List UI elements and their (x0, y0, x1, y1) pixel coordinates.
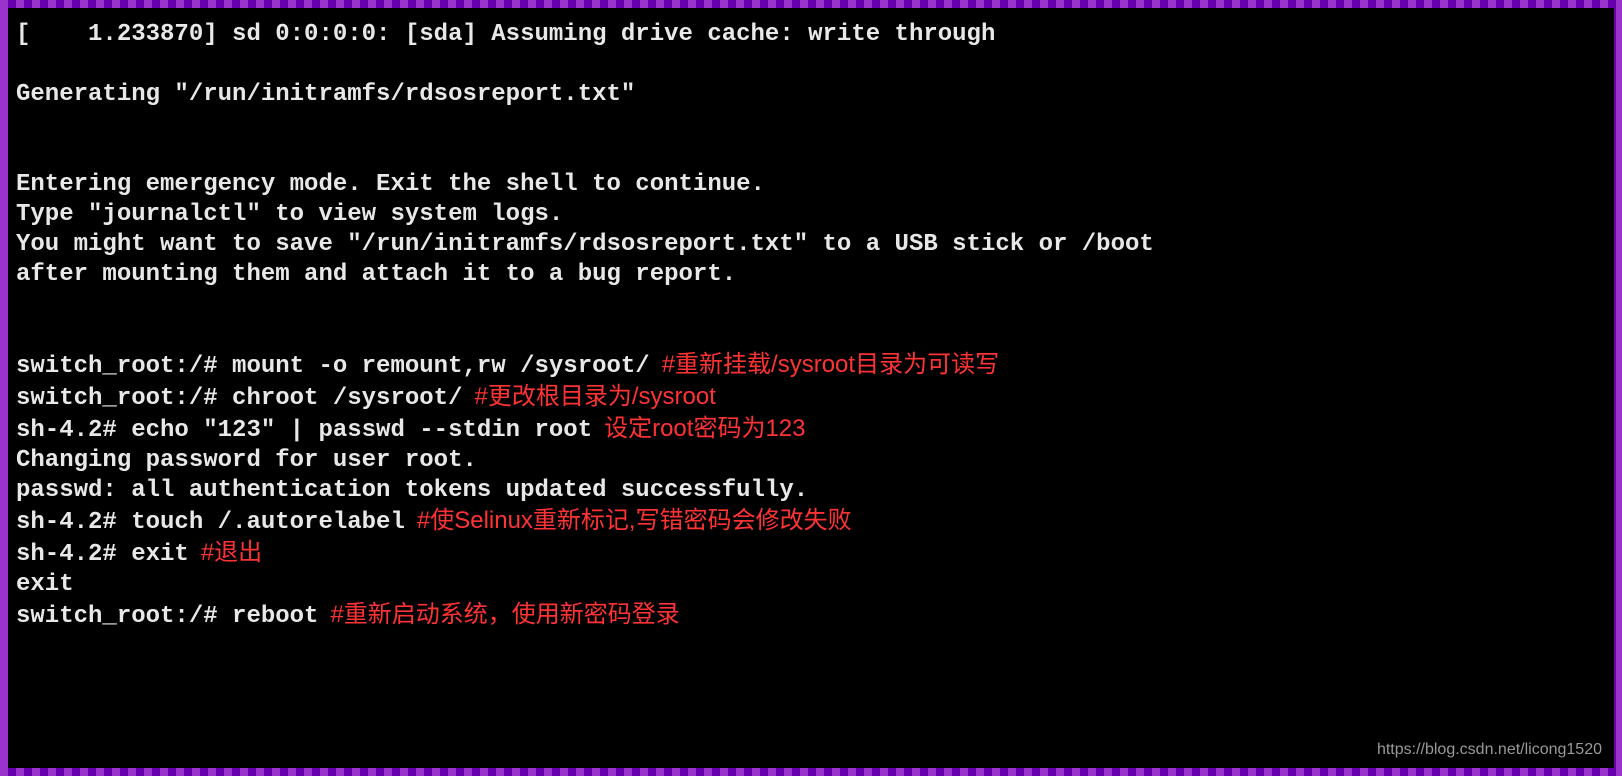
annotation-chroot: #更改根目录为/sysroot (474, 382, 715, 412)
annotation-remount: #重新挂载/sysroot目录为可读写 (662, 350, 999, 380)
terminal-line (16, 110, 1606, 140)
terminal-row: sh-4.2# exit #退出 (16, 538, 1606, 570)
annotation-passwd: 设定root密码为123 (604, 414, 805, 444)
terminal-line: after mounting them and attach it to a b… (16, 260, 1606, 290)
terminal-line: [ 1.233870] sd 0:0:0:0: [sda] Assuming d… (16, 20, 1606, 50)
annotation-reboot: #重新启动系统，使用新密码登录 (330, 600, 679, 630)
terminal-line-command: switch_root:/# chroot /sysroot/ (16, 384, 462, 414)
terminal-line: You might want to save "/run/initramfs/r… (16, 230, 1606, 260)
terminal-row: switch_root:/# chroot /sysroot/ #更改根目录为/… (16, 382, 1606, 414)
terminal-line (16, 140, 1606, 170)
terminal-line: exit (16, 570, 1606, 600)
annotation-autorelabel: #使Selinux重新标记,写错密码会修改失败 (417, 506, 852, 536)
terminal-line: Changing password for user root. (16, 446, 1606, 476)
terminal-line (16, 290, 1606, 320)
terminal-screen[interactable]: [ 1.233870] sd 0:0:0:0: [sda] Assuming d… (8, 8, 1614, 768)
terminal-line (16, 50, 1606, 80)
terminal-line-command: sh-4.2# touch /.autorelabel (16, 508, 405, 538)
terminal-line-command: switch_root:/# mount -o remount,rw /sysr… (16, 352, 650, 382)
terminal-line-command: sh-4.2# echo "123" | passwd --stdin root (16, 416, 592, 446)
terminal-row: switch_root:/# mount -o remount,rw /sysr… (16, 350, 1606, 382)
terminal-line-command: sh-4.2# exit (16, 540, 189, 570)
terminal-border: [ 1.233870] sd 0:0:0:0: [sda] Assuming d… (0, 0, 1622, 776)
terminal-row: switch_root:/# reboot #重新启动系统，使用新密码登录 (16, 600, 1606, 632)
terminal-line: passwd: all authentication tokens update… (16, 476, 1606, 506)
watermark-text: https://blog.csdn.net/licong1520 (1377, 740, 1602, 760)
terminal-line (16, 320, 1606, 350)
annotation-exit: #退出 (201, 538, 262, 568)
terminal-line-command: switch_root:/# reboot (16, 602, 318, 632)
terminal-row: sh-4.2# echo "123" | passwd --stdin root… (16, 414, 1606, 446)
terminal-line: Type "journalctl" to view system logs. (16, 200, 1606, 230)
terminal-row: sh-4.2# touch /.autorelabel #使Selinux重新标… (16, 506, 1606, 538)
terminal-line: Entering emergency mode. Exit the shell … (16, 170, 1606, 200)
terminal-line: Generating "/run/initramfs/rdsosreport.t… (16, 80, 1606, 110)
